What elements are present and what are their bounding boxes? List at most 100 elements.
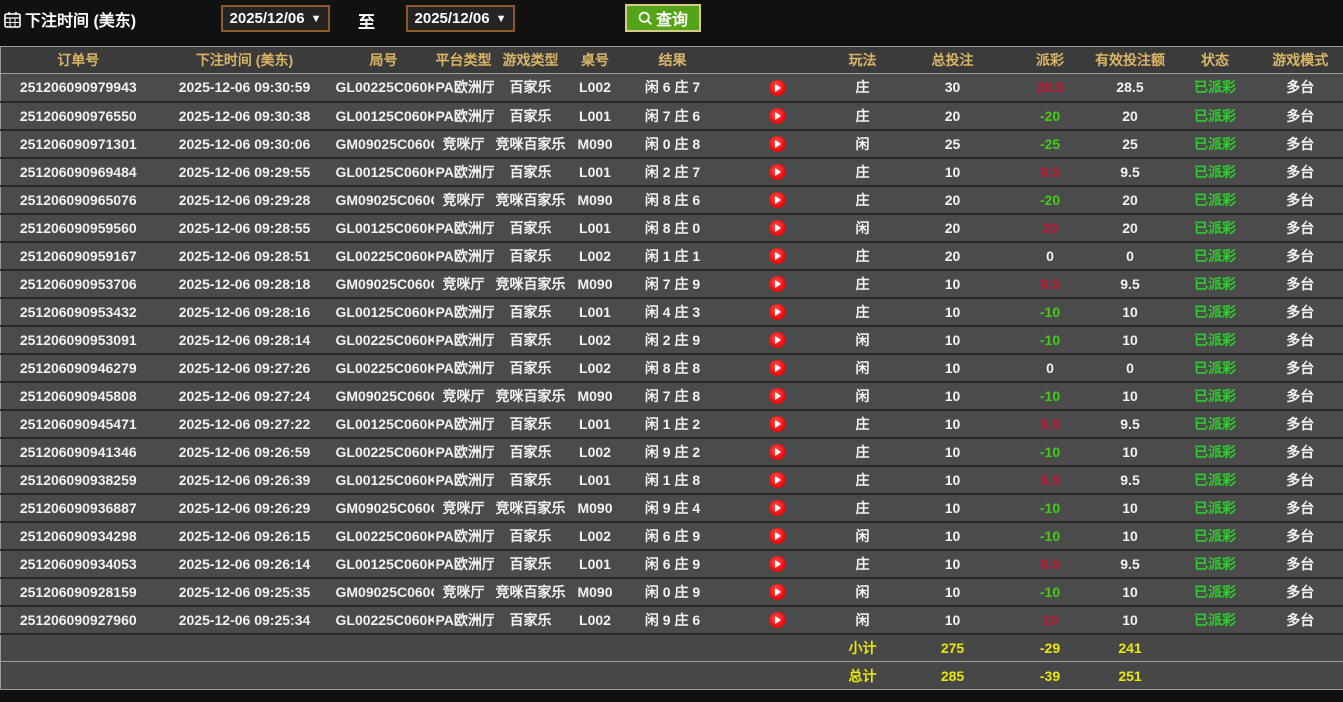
caret-down-icon: ▼ [310,12,322,25]
cell-game-mode: 多台 [1257,521,1343,551]
replay-play-icon[interactable] [769,108,786,125]
cell-platform: PA欧洲厅 [433,297,494,327]
replay-play-icon[interactable] [769,304,786,321]
cell-replay [722,157,833,187]
cell-total-bet: 20 [892,101,1013,131]
cell-round-id: GM09025C060GP [333,577,434,607]
cell-play-type: 闲 [832,325,893,355]
table-header-row: 订单号 下注时间 (美东) 局号 平台类型 游戏类型 桌号 结果 玩法 总投注 … [0,46,1343,74]
cell-table-no: L002 [567,73,623,103]
cell-status: 已派彩 [1172,101,1258,131]
replay-play-icon[interactable] [769,416,786,433]
cell-game-mode: 多台 [1257,241,1343,271]
replay-play-icon[interactable] [769,612,786,629]
replay-play-icon[interactable] [769,136,786,153]
cell-game-mode: 多台 [1257,269,1343,299]
replay-play-icon[interactable] [769,360,786,377]
col-replay [722,46,833,74]
cell-order-id: 251206090938259 [0,465,156,495]
cell-result: 闲 1 庄 2 [622,409,723,439]
replay-play-icon[interactable] [769,248,786,265]
replay-play-icon[interactable] [769,79,786,96]
cell-round-id: GL00125C060KG [333,213,434,243]
cell-replay [722,241,833,271]
replay-play-icon[interactable] [769,192,786,209]
cell-game-type: 竞咪百家乐 [493,185,568,215]
cell-table-no: L002 [567,353,623,383]
col-round-id: 局号 [333,46,434,74]
cell-status: 已派彩 [1172,381,1258,411]
cell-bet-time: 2025-12-06 09:25:35 [155,577,334,607]
cell-replay [722,381,833,411]
table-row: 251206090945471 2025-12-06 09:27:22 GL00… [0,409,1343,439]
cell-platform: PA欧洲厅 [433,549,494,579]
date-to-dropdown[interactable]: 2025/12/06 ▼ [406,5,515,32]
cell-table-no: L001 [567,409,623,439]
cell-platform: PA欧洲厅 [433,465,494,495]
cell-replay [722,353,833,383]
cell-play-type: 闲 [832,129,893,159]
cell-bet-time: 2025-12-06 09:30:59 [155,73,334,103]
cell-payout: -10 [1012,521,1088,551]
cell-round-id: GL00125C060KD [333,465,434,495]
cell-total-bet: 10 [892,493,1013,523]
replay-play-icon[interactable] [769,500,786,517]
cell-order-id: 251206090953432 [0,297,156,327]
cell-game-mode: 多台 [1257,101,1343,131]
cell-round-id: GM09025C060GR [333,381,434,411]
replay-play-icon[interactable] [769,528,786,545]
cell-status: 已派彩 [1172,605,1258,635]
cell-game-type: 百家乐 [493,549,568,579]
total-bet: 285 [892,661,1013,690]
cell-game-type: 百家乐 [493,101,568,131]
cell-bet-time: 2025-12-06 09:26:14 [155,549,334,579]
date-from-dropdown[interactable]: 2025/12/06 ▼ [221,5,330,32]
cell-table-no: L002 [567,521,623,551]
cell-game-mode: 多台 [1257,409,1343,439]
total-row: 总计 285 -39 251 [0,661,1343,690]
cell-valid-bet: 10 [1087,493,1173,523]
replay-play-icon[interactable] [769,220,786,237]
cell-platform: 竞咪厅 [433,577,494,607]
cell-game-type: 百家乐 [493,73,568,103]
caret-down-icon: ▼ [495,12,507,25]
replay-play-icon[interactable] [769,388,786,405]
cell-status: 已派彩 [1172,185,1258,215]
bet-time-label-text: 下注时间 (美东) [25,13,137,30]
cell-game-mode: 多台 [1257,297,1343,327]
replay-play-icon[interactable] [769,556,786,573]
cell-result: 闲 6 庄 7 [622,73,723,103]
cell-valid-bet: 9.5 [1087,269,1173,299]
calendar-icon [4,11,21,28]
cell-total-bet: 10 [892,409,1013,439]
cell-play-type: 庄 [832,73,893,103]
cell-payout: 9.5 [1012,465,1088,495]
cell-table-no: L002 [567,437,623,467]
cell-platform: PA欧洲厅 [433,213,494,243]
col-order-id: 订单号 [0,46,156,74]
cell-platform: 竞咪厅 [433,185,494,215]
replay-play-icon[interactable] [769,444,786,461]
cell-bet-time: 2025-12-06 09:27:22 [155,409,334,439]
cell-game-mode: 多台 [1257,493,1343,523]
replay-play-icon[interactable] [769,276,786,293]
cell-replay [722,521,833,551]
cell-game-type: 竞咪百家乐 [493,269,568,299]
cell-replay [722,73,833,103]
cell-game-type: 竞咪百家乐 [493,577,568,607]
cell-valid-bet: 9.5 [1087,465,1173,495]
cell-game-mode: 多台 [1257,577,1343,607]
replay-play-icon[interactable] [769,164,786,181]
cell-payout: -10 [1012,381,1088,411]
replay-play-icon[interactable] [769,472,786,489]
replay-play-icon[interactable] [769,584,786,601]
cell-payout: -10 [1012,297,1088,327]
query-button[interactable]: 查询 [625,4,701,32]
table-row: 251206090934298 2025-12-06 09:26:15 GL00… [0,521,1343,551]
cell-valid-bet: 20 [1087,101,1173,131]
cell-play-type: 庄 [832,241,893,271]
cell-order-id: 251206090946279 [0,353,156,383]
replay-play-icon[interactable] [769,332,786,349]
cell-order-id: 251206090971301 [0,129,156,159]
cell-valid-bet: 25 [1087,129,1173,159]
